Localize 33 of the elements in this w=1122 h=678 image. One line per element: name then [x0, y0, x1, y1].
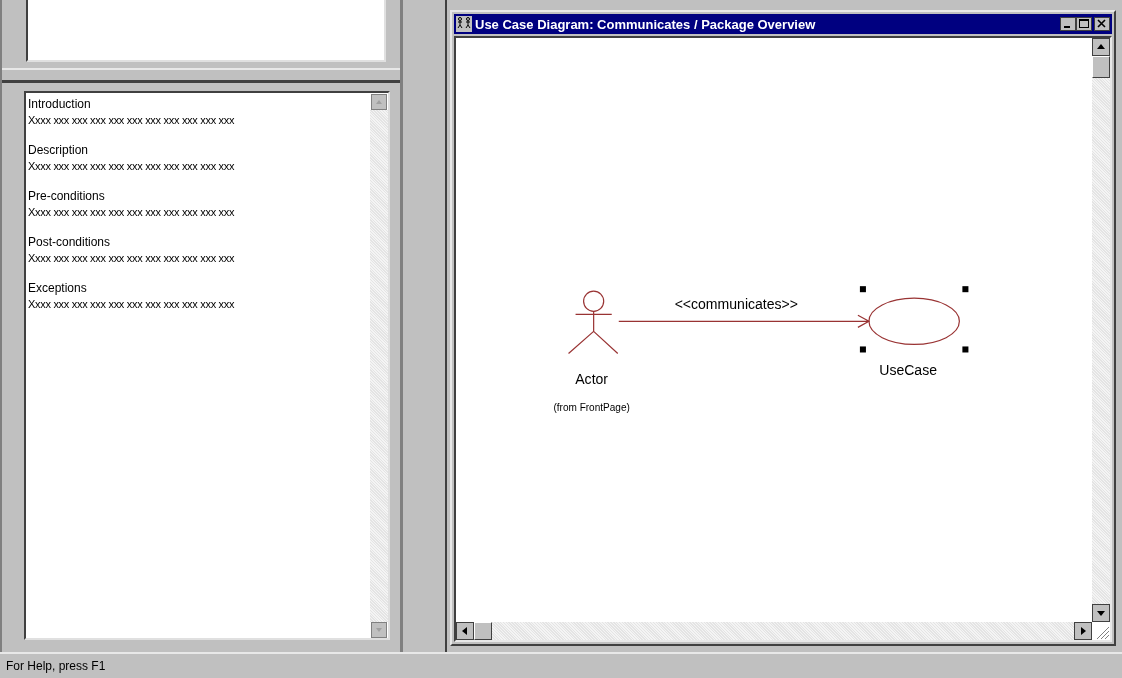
scroll-right-icon[interactable] — [1074, 622, 1092, 640]
scroll-thumb[interactable] — [1092, 56, 1110, 78]
actor-figure[interactable] — [567, 290, 619, 355]
stereotype-label: <<communicates>> — [674, 296, 798, 313]
section-text: Xxxx xxx xxx xxx xxx xxx xxx xxx xxx xxx xxx — [28, 113, 236, 128]
splitter-bar[interactable] — [2, 68, 400, 83]
section-text: Xxxx xxx xxx xxx xxx xxx xxx xxx xxx xxx xxx — [28, 159, 236, 174]
selection-handles[interactable] — [859, 286, 969, 353]
actor-origin: (from FrontPage) — [553, 401, 630, 413]
section-heading: Pre-conditions — [28, 188, 106, 204]
scroll-left-icon[interactable] — [456, 622, 474, 640]
scroll-thumb[interactable] — [474, 622, 492, 640]
use-case-ellipse[interactable] — [868, 297, 960, 346]
horizontal-scrollbar[interactable] — [456, 622, 1110, 640]
window-title: Use Case Diagram: Communicates / Package Overview — [475, 16, 817, 32]
section-text: Xxxx xxx xxx xxx xxx xxx xxx xxx xxx xxx xxx — [28, 297, 236, 312]
section-heading: Description — [28, 142, 90, 158]
section-heading: Post-conditions — [28, 234, 112, 250]
minimize-icon[interactable] — [1060, 17, 1076, 31]
vertical-scrollbar[interactable] — [1092, 38, 1110, 622]
close-icon[interactable] — [1094, 17, 1110, 31]
scroll-down-icon[interactable] — [1092, 604, 1110, 622]
maximize-icon[interactable] — [1076, 17, 1092, 31]
actor-name: Actor — [575, 370, 609, 387]
actor-figures-icon — [456, 16, 472, 32]
section-text: Xxxx xxx xxx xxx xxx xxx xxx xxx xxx xxx xxx — [28, 205, 236, 220]
status-text: For Help, press F1 — [6, 659, 106, 673]
scroll-up-icon[interactable] — [1092, 38, 1110, 56]
section-heading: Introduction — [28, 96, 92, 112]
association-arrow[interactable] — [618, 314, 871, 328]
section-heading: Exceptions — [28, 280, 88, 296]
use-case-name: UseCase — [879, 361, 937, 378]
section-text: Xxxx xxx xxx xxx xxx xxx xxx xxx xxx xxx xxx — [28, 251, 236, 266]
